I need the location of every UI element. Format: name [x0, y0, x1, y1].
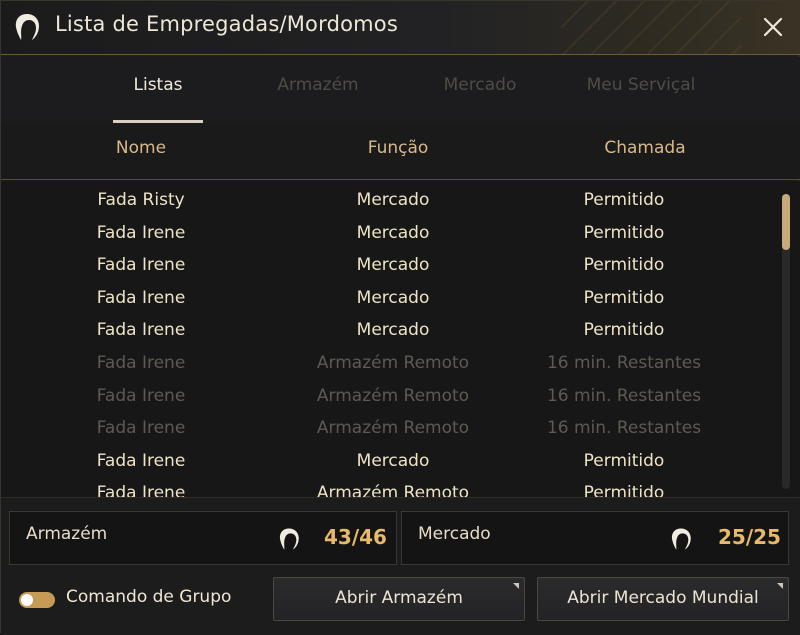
maid-list-window: Lista de Empregadas/Mordomos Listas Arma… — [0, 0, 800, 635]
list-item[interactable]: Fada Irene Mercado Permitido — [1, 251, 781, 283]
maid-name: Fada Irene — [96, 255, 186, 275]
column-name[interactable]: Nome — [116, 138, 166, 158]
market-count-label: Mercado — [418, 524, 491, 544]
warehouse-count-label: Armazém — [26, 524, 108, 544]
maid-name: Fada Irene — [96, 353, 186, 373]
maid-name: Fada Irene — [96, 418, 186, 438]
toggle-knob — [21, 594, 33, 606]
list-item[interactable]: Fada Irene Armazém Remoto Permitido — [1, 479, 781, 497]
open-warehouse-button[interactable]: Abrir Armazém — [273, 577, 525, 621]
list-item[interactable]: Fada Irene Armazém Remoto 16 min. Restan… — [1, 414, 781, 446]
list-scrollbar[interactable] — [782, 194, 790, 489]
market-count-value: 25/25 — [718, 525, 781, 549]
maid-function: Mercado — [356, 320, 430, 340]
maid-name: Fada Risty — [97, 190, 185, 210]
maid-name: Fada Irene — [96, 483, 186, 497]
maid-name: Fada Irene — [96, 451, 186, 471]
maid-function: Mercado — [356, 451, 430, 471]
maid-call-status: Permitido — [583, 288, 665, 308]
title-bar[interactable]: Lista de Empregadas/Mordomos — [1, 1, 800, 55]
list-item[interactable]: Fada Irene Mercado Permitido — [1, 219, 781, 251]
list-item[interactable]: Fada Irene Mercado Permitido — [1, 447, 781, 479]
maid-function: Mercado — [356, 255, 430, 275]
maid-function: Mercado — [356, 190, 430, 210]
maid-call-status: Permitido — [583, 320, 665, 340]
maid-function: Mercado — [356, 288, 430, 308]
warehouse-count-box: Armazém 43/46 — [9, 511, 397, 565]
tab-bar: Listas Armazém Mercado Meu Serviçal — [1, 57, 800, 124]
column-header: Nome Função Chamada — [1, 123, 800, 180]
external-link-icon — [777, 583, 783, 589]
maid-list: Fada Risty Mercado Permitido Fada Irene … — [1, 181, 800, 497]
open-world-market-button[interactable]: Abrir Mercado Mundial — [537, 577, 789, 621]
maid-function: Armazém Remoto — [316, 483, 470, 497]
close-icon[interactable] — [759, 13, 787, 41]
list-item[interactable]: Fada Risty Mercado Permitido — [1, 186, 781, 218]
title-decoration — [561, 1, 741, 55]
maid-call-status: Permitido — [583, 483, 665, 497]
column-call[interactable]: Chamada — [604, 138, 685, 158]
group-command-toggle[interactable] — [19, 592, 55, 608]
maid-icon — [279, 528, 299, 550]
maid-function: Armazém Remoto — [316, 386, 470, 406]
warehouse-count-value: 43/46 — [324, 525, 387, 549]
maid-call-status: 16 min. Restantes — [546, 418, 702, 438]
open-world-market-label: Abrir Mercado Mundial — [567, 588, 759, 608]
maid-call-status: Permitido — [583, 255, 665, 275]
list-item[interactable]: Fada Irene Mercado Permitido — [1, 316, 781, 348]
open-warehouse-label: Abrir Armazém — [335, 588, 463, 608]
maid-name: Fada Irene — [96, 223, 186, 243]
external-link-icon — [513, 583, 519, 589]
maid-call-status: 16 min. Restantes — [546, 353, 702, 373]
maid-name: Fada Irene — [96, 320, 186, 340]
column-function[interactable]: Função — [368, 138, 429, 158]
maid-function: Armazém Remoto — [316, 353, 470, 373]
list-item[interactable]: Fada Irene Armazém Remoto 16 min. Restan… — [1, 349, 781, 381]
window-title: Lista de Empregadas/Mordomos — [55, 12, 398, 36]
tab-lists[interactable]: Listas — [113, 75, 203, 95]
group-command-label: Comando de Grupo — [66, 587, 232, 607]
maid-name: Fada Irene — [96, 288, 186, 308]
list-item[interactable]: Fada Irene Mercado Permitido — [1, 284, 781, 316]
bottom-panel: Armazém 43/46 Mercado 25/25 Comando de G… — [1, 497, 800, 635]
scrollbar-thumb[interactable] — [782, 194, 790, 250]
tab-warehouse[interactable]: Armazém — [263, 75, 373, 95]
maid-call-status: Permitido — [583, 451, 665, 471]
tab-market[interactable]: Mercado — [425, 75, 535, 95]
maid-function: Armazém Remoto — [316, 418, 470, 438]
maid-icon — [671, 528, 691, 550]
maid-function: Mercado — [356, 223, 430, 243]
maid-name: Fada Irene — [96, 386, 186, 406]
maid-call-status: Permitido — [583, 190, 665, 210]
market-count-box: Mercado 25/25 — [401, 511, 789, 565]
maid-call-status: 16 min. Restantes — [546, 386, 702, 406]
maid-call-status: Permitido — [583, 223, 665, 243]
maid-icon — [15, 14, 40, 40]
list-item[interactable]: Fada Irene Armazém Remoto 16 min. Restan… — [1, 382, 781, 414]
tab-my-servant[interactable]: Meu Serviçal — [571, 75, 711, 95]
